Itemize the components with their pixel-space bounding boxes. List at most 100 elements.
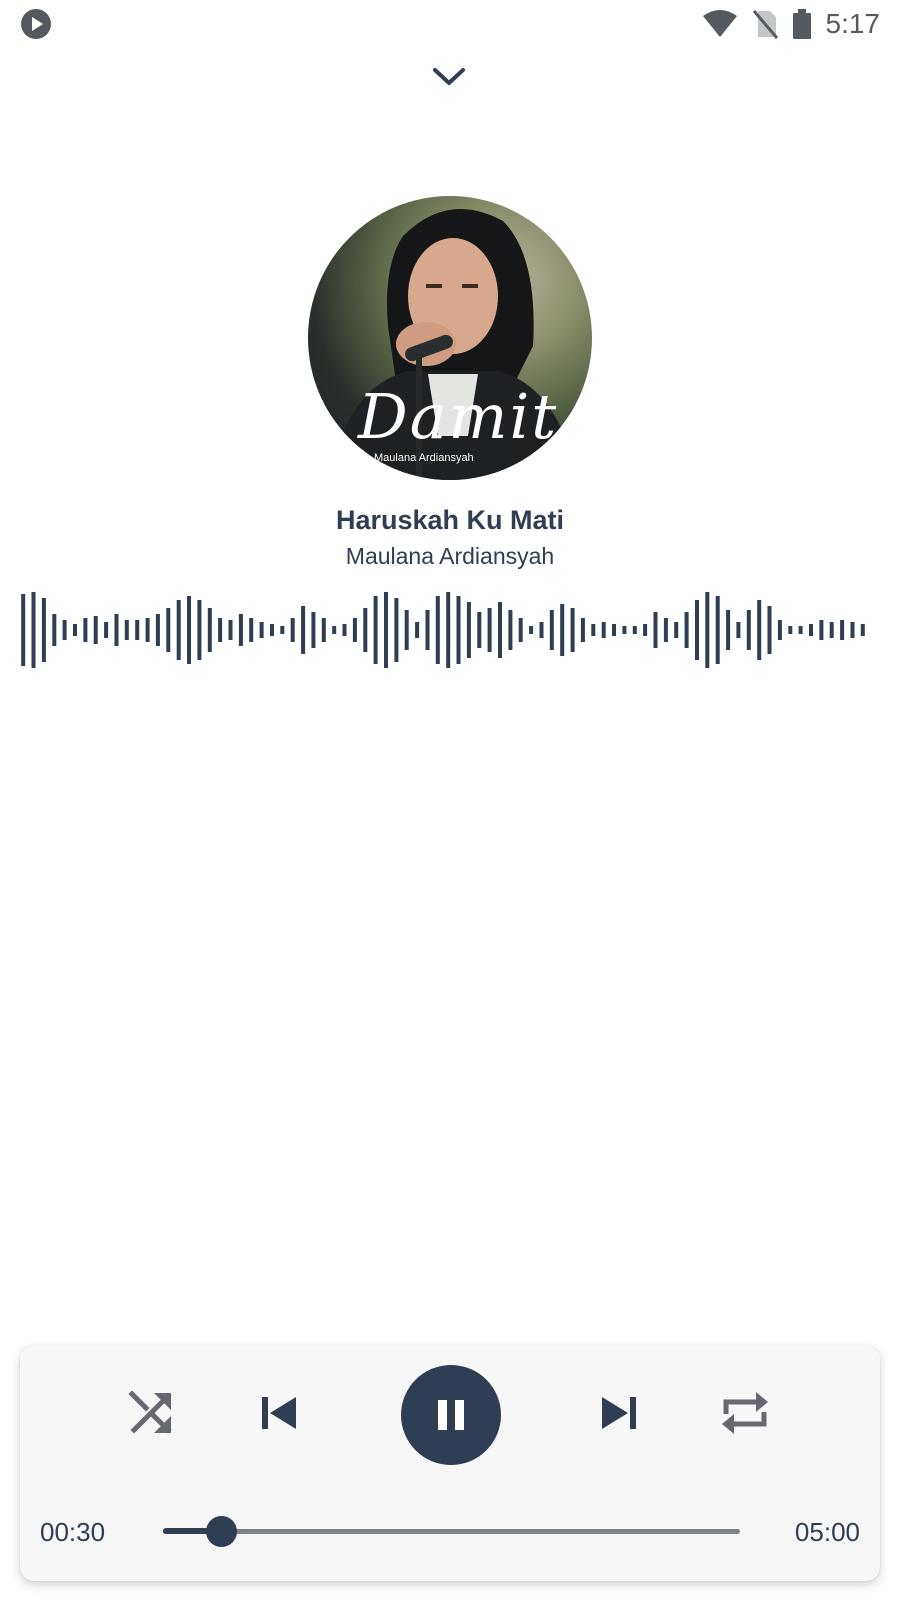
waveform-bar <box>715 596 720 664</box>
shuffle-button[interactable] <box>128 1390 174 1436</box>
play-pause-button[interactable] <box>401 1365 501 1465</box>
audio-waveform <box>21 592 865 668</box>
waveform-bar <box>166 608 171 652</box>
waveform-bar <box>643 624 648 636</box>
waveform-bar <box>311 612 316 648</box>
waveform-bar <box>145 618 150 642</box>
waveform-bar <box>270 624 274 636</box>
waveform-bar <box>218 618 223 642</box>
waveform-bar <box>373 596 378 664</box>
waveform-bar <box>860 624 865 636</box>
waveform-bar <box>549 610 554 650</box>
seek-bar[interactable] <box>163 1511 740 1551</box>
waveform-bar <box>684 612 689 648</box>
waveform-bar <box>197 600 202 660</box>
status-bar: 5:17 <box>0 0 900 48</box>
waveform-bar <box>819 620 824 640</box>
player-controls: 00:30 05:00 <box>20 1345 880 1581</box>
battery-icon <box>792 9 812 39</box>
waveform-bar <box>301 606 306 654</box>
waveform-bar <box>529 626 534 634</box>
collapse-button[interactable] <box>431 64 467 90</box>
waveform-bar <box>612 624 616 636</box>
waveform-bar <box>632 626 637 634</box>
waveform-bar <box>104 622 109 638</box>
waveform-bar <box>425 610 430 650</box>
chevron-down-icon <box>433 68 465 85</box>
waveform-bar <box>155 614 160 646</box>
waveform-bar <box>93 616 98 644</box>
waveform-bar <box>653 612 658 648</box>
no-sim-icon <box>752 9 778 39</box>
waveform-bar <box>777 620 782 640</box>
waveform-bar <box>601 622 606 638</box>
album-art-title: Damit <box>358 380 559 453</box>
wifi-icon <box>702 10 738 38</box>
waveform-bar <box>674 622 679 638</box>
waveform-bar <box>456 596 461 664</box>
waveform-bar <box>135 620 140 640</box>
waveform-bar <box>321 618 326 642</box>
waveform-bar <box>62 620 67 640</box>
song-title: Haruskah Ku Mati <box>335 505 565 535</box>
waveform-bar <box>798 626 803 634</box>
waveform-bar <box>352 618 357 642</box>
waveform-bar <box>280 626 285 634</box>
album-art: Damit Maulana Ardiansyah <box>308 196 592 480</box>
waveform-bar <box>21 594 26 666</box>
waveform-bar <box>31 592 36 668</box>
waveform-bar <box>207 608 212 652</box>
waveform-bar <box>726 610 731 650</box>
seek-thumb[interactable] <box>205 1516 237 1547</box>
waveform-bar <box>829 622 834 638</box>
waveform-bar <box>73 624 77 636</box>
waveform-bar <box>114 614 119 646</box>
waveform-bar <box>124 620 129 640</box>
total-time: 05:00 <box>794 1517 860 1547</box>
waveform-bar <box>52 614 57 646</box>
waveform-bar <box>746 610 751 650</box>
waveform-bar <box>580 618 585 642</box>
waveform-bar <box>435 596 440 664</box>
clock: 5:17 <box>825 8 881 39</box>
waveform-bar <box>41 598 46 662</box>
skip-next-icon <box>602 1397 636 1429</box>
repeat-icon <box>722 1392 768 1434</box>
waveform-bar <box>363 608 368 652</box>
previous-button[interactable] <box>260 1393 300 1433</box>
waveform-bar <box>560 604 565 656</box>
waveform-bar <box>259 622 264 638</box>
waveform-bar <box>83 618 88 642</box>
waveform-bar <box>850 622 855 638</box>
waveform-bar <box>695 600 699 660</box>
waveform-bar <box>228 620 233 640</box>
waveform-bar <box>249 618 254 642</box>
waveform-bar <box>394 598 399 662</box>
next-button[interactable] <box>598 1393 638 1433</box>
waveform-bar <box>446 592 451 668</box>
album-art-subtitle: Maulana Ardiansyah <box>374 452 474 464</box>
waveform-bar <box>622 626 627 634</box>
waveform-bar <box>342 624 347 636</box>
waveform-bar <box>487 608 492 652</box>
waveform-bar <box>663 618 668 642</box>
seek-track[interactable] <box>163 1529 740 1534</box>
current-time: 00:30 <box>40 1517 106 1547</box>
waveform-bar <box>705 592 710 668</box>
waveform-bar <box>498 602 502 658</box>
waveform-bar <box>332 626 337 634</box>
waveform-bar <box>788 626 793 634</box>
waveform-bar <box>840 620 845 640</box>
waveform-bar <box>290 618 295 642</box>
waveform-bar <box>187 596 191 664</box>
song-artist: Maulana Ardiansyah <box>345 543 555 569</box>
waveform-bar <box>736 622 741 638</box>
waveform-bar <box>767 606 772 654</box>
waveform-bar <box>384 592 388 668</box>
waveform-bar <box>477 612 482 648</box>
waveform-bar <box>404 610 409 650</box>
waveform-bar <box>539 622 544 638</box>
waveform-bar <box>466 602 471 658</box>
repeat-button[interactable] <box>720 1388 770 1438</box>
waveform-bar <box>238 614 243 646</box>
